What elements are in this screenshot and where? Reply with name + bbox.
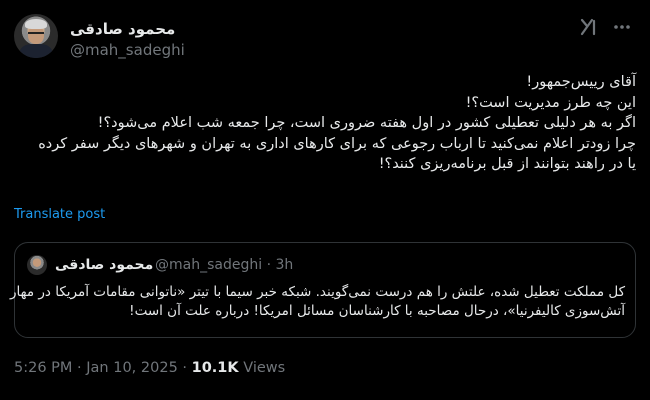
tweet-time[interactable]: 5:26 PM <box>14 360 72 376</box>
footer-separator: · <box>77 360 82 376</box>
tweet-line: چرا زودتر اعلام نمی‌کنید تا ارباب رجوعی … <box>38 135 636 152</box>
tweet-text: آقای رییس‌جمهور! این چه طرز مدیریت است؟!… <box>14 72 636 175</box>
tweet-line: آقای رییس‌جمهور! <box>526 74 636 90</box>
quoted-author-handle: @mah_sadeghi <box>155 257 263 273</box>
author-avatar[interactable] <box>14 14 58 58</box>
tweet-line: یا در راهند بتوانند از قبل برنامه‌ریزی ک… <box>378 156 636 172</box>
avatar-glasses <box>28 32 44 38</box>
quoted-tweet-age: 3h <box>275 257 294 273</box>
author-name[interactable]: محمود صادقی <box>70 20 175 38</box>
meta-separator: · <box>266 257 272 273</box>
tweet-footer: 5:26 PM · Jan 10, 2025 · 10.1K Views <box>14 360 285 376</box>
grok-icon[interactable] <box>580 18 598 36</box>
quoted-tweet-line: کل مملکت تعطیل شده، علتش را هم درست نمی‌… <box>10 284 625 300</box>
avatar-hair <box>25 19 47 29</box>
views-count[interactable]: 10.1K <box>192 360 239 376</box>
author-handle[interactable]: @mah_sadeghi <box>70 41 185 59</box>
views-label: Views <box>243 360 286 376</box>
quoted-author-meta: @mah_sadeghi · 3h <box>155 257 293 273</box>
quoted-tweet-text: کل مملکت تعطیل شده، علتش را هم درست نمی‌… <box>10 283 625 321</box>
quoted-tweet-header: محمود صادقی @mah_sadeghi · 3h <box>27 255 625 277</box>
more-options-icon[interactable] <box>612 18 632 36</box>
quoted-tweet[interactable]: محمود صادقی @mah_sadeghi · 3h کل مملکت ت… <box>10 242 636 338</box>
footer-separator: · <box>182 360 188 376</box>
quoted-author-avatar <box>27 255 47 275</box>
translate-post-link[interactable]: Translate post <box>14 207 105 222</box>
tweet-line: اگر به هر دلیلی تعطیلی کشور در اول هفته … <box>97 115 636 131</box>
tweet-line: این چه طرز مدیریت است؟! <box>465 94 636 111</box>
tweet-page: محمود صادقی @mah_sadeghi آقای رییس‌جمهور… <box>0 0 650 400</box>
tweet-date[interactable]: Jan 10, 2025 <box>86 360 178 376</box>
tweet-header: محمود صادقی @mah_sadeghi <box>12 10 638 60</box>
avatar-suit <box>20 44 52 58</box>
quoted-tweet-line: آتش‌سوزی کالیفرنیا»، درحال مصاحبه با کار… <box>129 303 625 319</box>
quoted-author-name: محمود صادقی <box>55 257 154 273</box>
